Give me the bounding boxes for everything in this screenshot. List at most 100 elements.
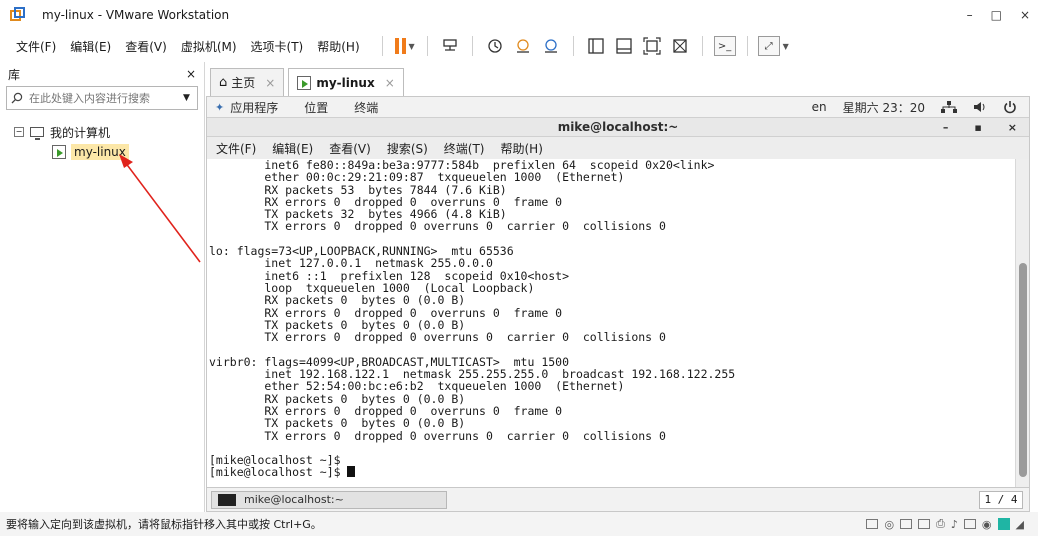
power-icon[interactable] [1003, 100, 1017, 114]
vm-screen[interactable]: ✦ 应用程序 位置 终端 en 星期六 23：20 mike@localhost… [206, 96, 1030, 512]
device-status-icons: ◎ ⎙ ♪ ◉ ◢ [866, 517, 1038, 531]
send-ctrl-alt-del-button[interactable] [438, 34, 462, 58]
tree-item-my-computer[interactable]: − 我的计算机 [14, 122, 129, 142]
maximize-button[interactable]: □ [991, 8, 1002, 22]
terminal-menu-file[interactable]: 文件(F) [216, 140, 256, 157]
window-title: my-linux - VMware Workstation [42, 8, 230, 22]
terminal-close-button[interactable]: × [1008, 121, 1017, 134]
snapshot-manager-icon [544, 39, 557, 53]
window-controls: – □ × [967, 0, 1030, 30]
workspace-pager[interactable]: 1 / 4 [979, 490, 1023, 509]
stretch-icon: ⤢ [757, 36, 780, 56]
tree-item-label: 我的计算机 [50, 125, 111, 140]
terminal-menu-help[interactable]: 帮助(H) [501, 140, 543, 157]
tab-close-icon[interactable]: × [385, 76, 395, 90]
terminal-line: [mike@localhost ~]$ [209, 466, 1015, 479]
terminal-title: mike@localhost:~ [557, 120, 679, 134]
terminal-output[interactable]: inet6 fe80::849a:be3a:9777:584b prefixle… [207, 159, 1015, 487]
toolbar-separator [426, 36, 428, 56]
terminal-icon [218, 493, 236, 506]
terminal-minimize-button[interactable]: – [943, 121, 949, 134]
tree-item-my-linux[interactable]: my-linux [52, 142, 129, 162]
revert-snapshot-button[interactable] [511, 34, 535, 58]
terminal-scrollbar[interactable] [1015, 159, 1029, 487]
menu-file[interactable]: 文件(F) [16, 38, 56, 55]
gnome-places-menu[interactable]: 位置 [304, 99, 328, 116]
full-screen-icon [643, 37, 661, 55]
language-indicator[interactable]: en [812, 100, 827, 114]
vm-running-icon [52, 145, 66, 159]
terminal-menu-search[interactable]: 搜索(S) [387, 140, 428, 157]
menu-vm[interactable]: 虚拟机(M) [181, 38, 237, 55]
revert-snapshot-icon [516, 39, 529, 53]
home-icon: ⌂ [219, 75, 228, 90]
search-icon [11, 92, 23, 104]
gnome-clock[interactable]: 星期六 23：20 [843, 99, 925, 116]
terminal-menu-edit[interactable]: 编辑(E) [272, 140, 313, 157]
usb-icon[interactable]: ◉ [982, 518, 992, 531]
pause-button[interactable]: ▼ [393, 34, 417, 58]
menu-view[interactable]: 查看(V) [125, 38, 167, 55]
hard-disk-icon[interactable] [866, 519, 879, 529]
gnome-applications-menu[interactable]: 应用程序 [230, 99, 278, 116]
vm-running-icon [297, 75, 312, 90]
printer-icon[interactable]: ⎙ [936, 517, 945, 531]
snapshot-manager-button[interactable] [539, 34, 563, 58]
stretch-button[interactable]: ⤢ ▼ [757, 34, 789, 58]
terminal-line: TX errors 0 dropped 0 overruns 0 carrier… [209, 219, 666, 234]
network-icon[interactable] [941, 101, 957, 113]
console-view-button[interactable]: >_ [713, 34, 737, 58]
minimize-button[interactable]: – [967, 8, 973, 22]
network-icon [442, 39, 457, 51]
library-header: 库 × [0, 62, 204, 86]
library-search-input[interactable] [29, 91, 183, 105]
unity-button[interactable] [668, 34, 692, 58]
terminal-menu-view[interactable]: 查看(V) [329, 140, 371, 157]
library-close-button[interactable]: × [186, 67, 196, 81]
terminal-line: RX packets 0 bytes 0 (0.0 B) [209, 293, 466, 308]
display-icon[interactable] [963, 519, 976, 529]
gnome-top-bar: ✦ 应用程序 位置 终端 en 星期六 23：20 [207, 97, 1029, 117]
gnome-terminal-menu[interactable]: 终端 [354, 99, 378, 116]
collapse-icon[interactable]: − [14, 127, 24, 137]
chevron-down-icon: ▼ [408, 41, 415, 51]
terminal-line: TX packets 0 bytes 0 (0.0 B) [209, 416, 466, 431]
menu-help[interactable]: 帮助(H) [317, 38, 359, 55]
network-adapter-icon[interactable] [900, 519, 913, 529]
message-icon[interactable] [997, 518, 1010, 530]
tab-my-linux[interactable]: my-linux × [288, 68, 404, 96]
terminal-cursor [347, 466, 356, 478]
volume-icon[interactable] [973, 101, 987, 113]
taskbar-item-terminal[interactable]: mike@localhost:~ [211, 490, 447, 509]
toolbar-separator [746, 36, 748, 56]
show-library-button[interactable] [584, 34, 608, 58]
cd-icon[interactable]: ◎ [884, 518, 894, 531]
terminal-line: RX errors 0 dropped 0 overruns 0 frame 0 [209, 305, 563, 320]
terminal-maximize-button[interactable]: ▪ [974, 121, 981, 134]
library-panel-icon [587, 38, 604, 54]
menu-edit[interactable]: 编辑(E) [70, 38, 111, 55]
tab-home[interactable]: ⌂ 主页 × [210, 68, 285, 96]
status-message: 要将输入定向到该虚拟机，请将鼠标指针移入其中或按 Ctrl+G。 [6, 518, 322, 531]
scrollbar-thumb[interactable] [1019, 263, 1027, 477]
show-thumbnail-button[interactable] [612, 34, 636, 58]
resize-grip-icon[interactable]: ◢ [1016, 518, 1024, 531]
toolbar-separator [471, 36, 473, 56]
toolbar-separator [572, 36, 574, 56]
menu-tabs[interactable]: 选项卡(T) [251, 38, 304, 55]
search-dropdown-icon[interactable]: ▼ [183, 93, 193, 103]
tab-close-icon[interactable]: × [265, 76, 275, 90]
gnome-taskbar: mike@localhost:~ 1 / 4 [207, 487, 1029, 511]
library-title: 库 [8, 67, 21, 82]
terminal-menu-terminal[interactable]: 终端(T) [444, 140, 485, 157]
library-search[interactable]: ▼ [6, 86, 198, 110]
network-adapter-icon[interactable] [918, 519, 931, 529]
menu-bar: 文件(F) 编辑(E) 查看(V) 虚拟机(M) 选项卡(T) 帮助(H) ▼ … [0, 30, 1038, 62]
full-screen-button[interactable] [640, 34, 664, 58]
terminal-line: inet 127.0.0.1 netmask 255.0.0.0 [209, 256, 493, 271]
close-button[interactable]: × [1020, 8, 1030, 22]
snapshot-button[interactable] [483, 34, 507, 58]
applications-icon: ✦ [215, 100, 225, 114]
terminal-line: TX errors 0 dropped 0 overruns 0 carrier… [209, 428, 666, 443]
sound-card-icon[interactable]: ♪ [951, 518, 958, 531]
